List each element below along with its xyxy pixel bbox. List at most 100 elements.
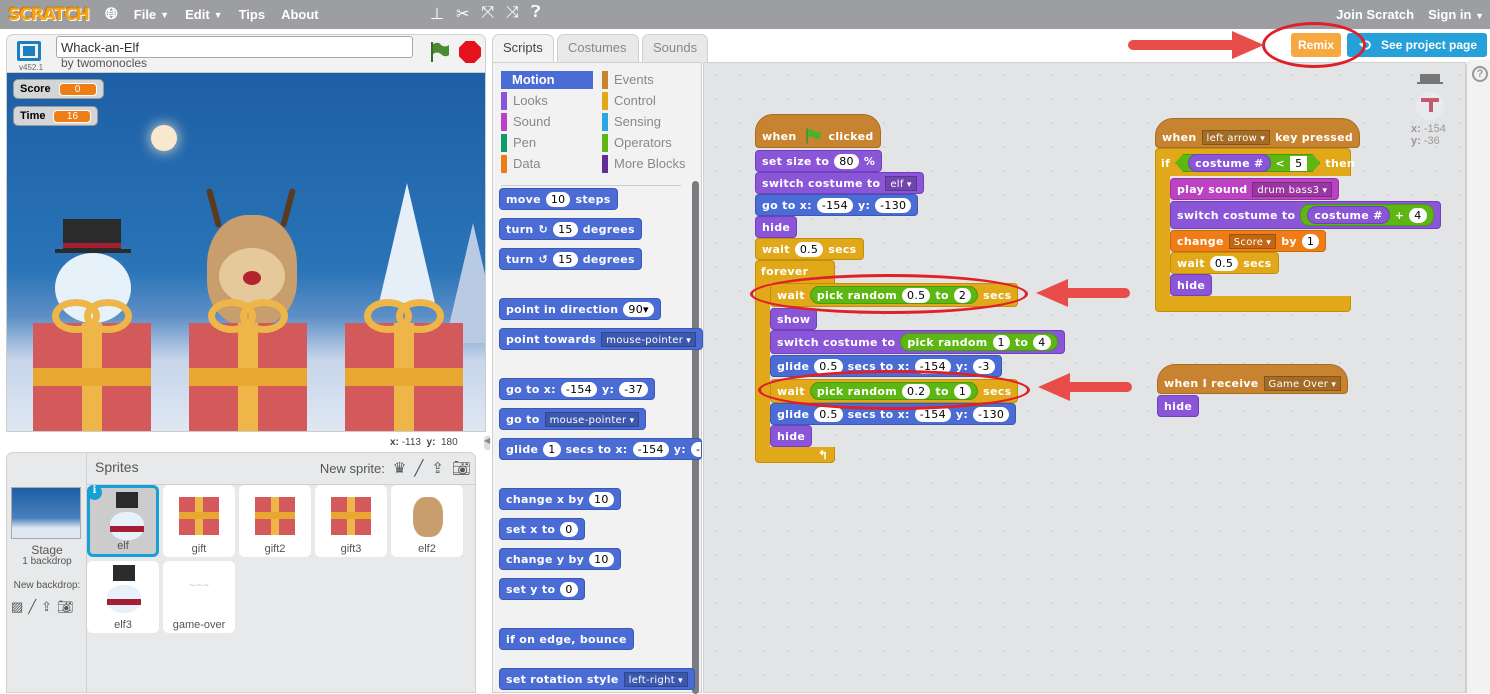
block-input[interactable]: -130	[973, 406, 1010, 422]
tab-scripts[interactable]: Scripts	[492, 34, 554, 64]
stage-canvas[interactable]: Score 0 Time 16	[6, 72, 486, 432]
camera-icon[interactable]: 📷︎	[452, 459, 471, 477]
block-hide[interactable]: hide	[770, 425, 813, 447]
block-input[interactable]: 0.2	[902, 383, 931, 399]
block-switch-costume-random[interactable]: switch costume to pick random 1 to 4	[770, 330, 1065, 354]
block-wait-random[interactable]: wait pick random 0.2 to 1 secs	[770, 379, 1019, 403]
block-wait[interactable]: wait 0.5 secs	[755, 238, 864, 260]
block-input[interactable]: -154	[914, 406, 951, 422]
category-data[interactable]: Data	[501, 155, 593, 173]
category-motion[interactable]: Motion	[501, 71, 593, 89]
block-input[interactable]: 80	[834, 153, 859, 169]
block-dropdown[interactable]: left arrow	[1201, 129, 1271, 145]
block-input[interactable]: 10	[589, 551, 614, 567]
block-wait[interactable]: wait 0.5 secs	[1170, 252, 1279, 274]
block-change-y[interactable]: change y by 10	[499, 548, 621, 570]
gift-sprite[interactable]	[33, 299, 151, 431]
block-input[interactable]: -154	[816, 197, 853, 213]
join-scratch-link[interactable]: Join Scratch	[1336, 7, 1414, 22]
stage-thumbnail[interactable]	[11, 487, 81, 539]
block-input[interactable]: 1	[953, 383, 972, 399]
menu-file[interactable]: File ▼	[134, 7, 169, 22]
block-input[interactable]: 10	[589, 491, 614, 507]
help-icon[interactable]: ?	[1472, 66, 1488, 82]
gift2-sprite[interactable]	[189, 299, 307, 431]
category-more-blocks[interactable]: More Blocks	[602, 155, 694, 173]
sign-in-menu[interactable]: Sign in ▼	[1428, 7, 1484, 22]
block-change-x[interactable]: change x by 10	[499, 488, 621, 510]
block-input[interactable]: 5	[1290, 156, 1307, 171]
upload-icon[interactable]: ⇪	[431, 459, 444, 477]
block-go-to[interactable]: go to mouse-pointer	[499, 408, 647, 430]
duplicate-stamp-icon[interactable]: ⊥	[430, 4, 444, 24]
block-dropdown-input[interactable]: 90▾	[623, 301, 654, 317]
block-costume-number[interactable]: costume #	[1188, 154, 1270, 172]
menu-about[interactable]: About	[281, 7, 319, 22]
block-input[interactable]: 4	[1409, 207, 1427, 223]
tab-sounds[interactable]: Sounds	[642, 34, 708, 62]
fullscreen-icon[interactable]	[17, 41, 41, 61]
gift3-sprite[interactable]	[345, 299, 463, 431]
block-costume-number[interactable]: costume #	[1307, 206, 1390, 224]
category-sensing[interactable]: Sensing	[602, 113, 694, 131]
cut-scissors-icon[interactable]: ✂	[456, 4, 469, 24]
green-flag-icon[interactable]	[427, 40, 451, 64]
block-turn-right[interactable]: turn ↻ 15 degrees	[499, 218, 642, 240]
category-operators[interactable]: Operators	[602, 134, 694, 152]
block-less-than[interactable]: costume # <5	[1175, 154, 1320, 172]
tab-costumes[interactable]: Costumes	[557, 34, 639, 62]
block-move[interactable]: move 10 steps	[499, 188, 618, 210]
block-switch-costume[interactable]: switch costume to elf	[755, 172, 924, 194]
sprite-library-icon[interactable]: ♛	[393, 459, 406, 477]
category-events[interactable]: Events	[602, 71, 694, 89]
block-hide[interactable]: hide	[1157, 395, 1200, 417]
block-dropdown[interactable]: Game Over	[1263, 375, 1342, 391]
block-input[interactable]: -37	[690, 441, 701, 457]
block-add[interactable]: costume # +4	[1300, 204, 1434, 226]
block-turn-left[interactable]: turn ↺ 15 degrees	[499, 248, 642, 270]
block-input[interactable]: 1	[1301, 233, 1320, 249]
block-change-variable[interactable]: change Scoreby 1	[1170, 230, 1327, 252]
block-set-rotation-style[interactable]: set rotation style left-right	[499, 668, 695, 690]
block-pick-random[interactable]: pick random 1 to 4	[900, 333, 1058, 351]
menu-tips[interactable]: Tips	[239, 7, 266, 22]
see-project-page-button[interactable]: ⟲ See project page	[1347, 33, 1487, 57]
sprite-tile-elf[interactable]: i elf	[87, 485, 159, 557]
scratch-logo[interactable]: SCRATCH	[8, 5, 90, 25]
category-sound[interactable]: Sound	[501, 113, 593, 131]
grow-icon[interactable]: ⤧	[481, 4, 494, 24]
block-input[interactable]: 1	[543, 441, 561, 457]
block-glide[interactable]: glide 1 secs to x: -154 y: -37	[499, 438, 702, 460]
block-input[interactable]: 10	[545, 191, 571, 207]
upload-icon[interactable]: ⇪	[41, 599, 52, 615]
block-input[interactable]: 2	[953, 287, 972, 303]
block-input[interactable]: 0.5	[794, 241, 824, 257]
block-set-x[interactable]: set x to 0	[499, 518, 585, 540]
block-input[interactable]: -154	[632, 441, 669, 457]
block-input[interactable]: 4	[1033, 334, 1051, 350]
stop-icon[interactable]	[459, 41, 481, 63]
help-icon[interactable]: ❓︎	[531, 4, 541, 24]
block-glide[interactable]: glide 0.5 secs to x: -154 y: -3	[770, 355, 1002, 377]
block-play-sound[interactable]: play sound drum bass3	[1170, 178, 1340, 200]
category-looks[interactable]: Looks	[501, 92, 593, 110]
menu-edit[interactable]: Edit ▼	[185, 7, 222, 22]
block-input[interactable]: 15	[553, 251, 578, 267]
block-set-size[interactable]: set size to 80%	[755, 150, 883, 172]
block-set-y[interactable]: set y to 0	[499, 578, 585, 600]
block-go-to-xy[interactable]: go to x: -154 y: -37	[499, 378, 656, 400]
sprite-tile-gift[interactable]: gift	[163, 485, 235, 557]
block-if-on-edge-bounce[interactable]: if on edge, bounce	[499, 628, 634, 650]
category-control[interactable]: Control	[602, 92, 694, 110]
block-show[interactable]: show	[770, 308, 818, 330]
block-input[interactable]: -3	[973, 358, 995, 374]
block-dropdown[interactable]: mouse-pointer	[544, 411, 640, 427]
block-input[interactable]: -154	[560, 381, 597, 397]
sprite-tile-gift2[interactable]: gift2	[239, 485, 311, 557]
sprite-tile-gift3[interactable]: gift3	[315, 485, 387, 557]
block-pick-random[interactable]: pick random 0.5 to 2	[809, 286, 979, 304]
globe-icon[interactable]: 🌐︎	[105, 6, 118, 24]
block-input[interactable]: 0	[560, 581, 578, 597]
block-switch-costume-expr[interactable]: switch costume to costume # +4	[1170, 201, 1441, 229]
collapse-stage-handle[interactable]: ◀	[484, 436, 490, 450]
